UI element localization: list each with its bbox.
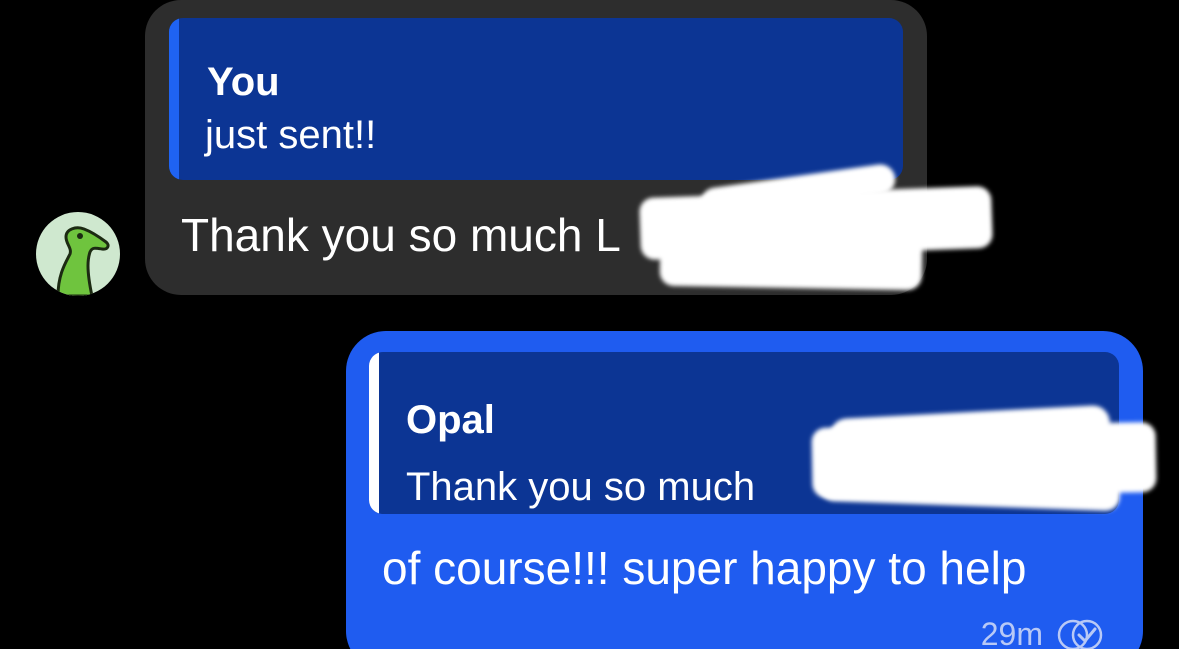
redaction-mark xyxy=(659,229,923,291)
quote-author: Opal xyxy=(406,398,495,442)
quote-text: Thank you so much xyxy=(406,465,756,509)
message-text: Thank you so much L xyxy=(181,209,621,261)
read-check-icon xyxy=(1057,619,1103,649)
quote-accent-bar xyxy=(169,18,179,180)
message-meta: 29m xyxy=(981,616,1107,649)
dinosaur-icon xyxy=(56,226,110,296)
reply-quote[interactable]: You just sent!! xyxy=(169,18,903,180)
quote-accent-bar xyxy=(369,352,379,514)
contact-avatar[interactable] xyxy=(36,212,120,296)
message-text: of course!!! super happy to help xyxy=(382,542,1027,594)
timestamp: 29m xyxy=(980,616,1043,649)
quote-text: just sent!! xyxy=(205,113,377,157)
chat-thread: You just sent!! Thank you so much L Opal… xyxy=(0,0,1179,649)
quote-author: You xyxy=(207,60,280,104)
